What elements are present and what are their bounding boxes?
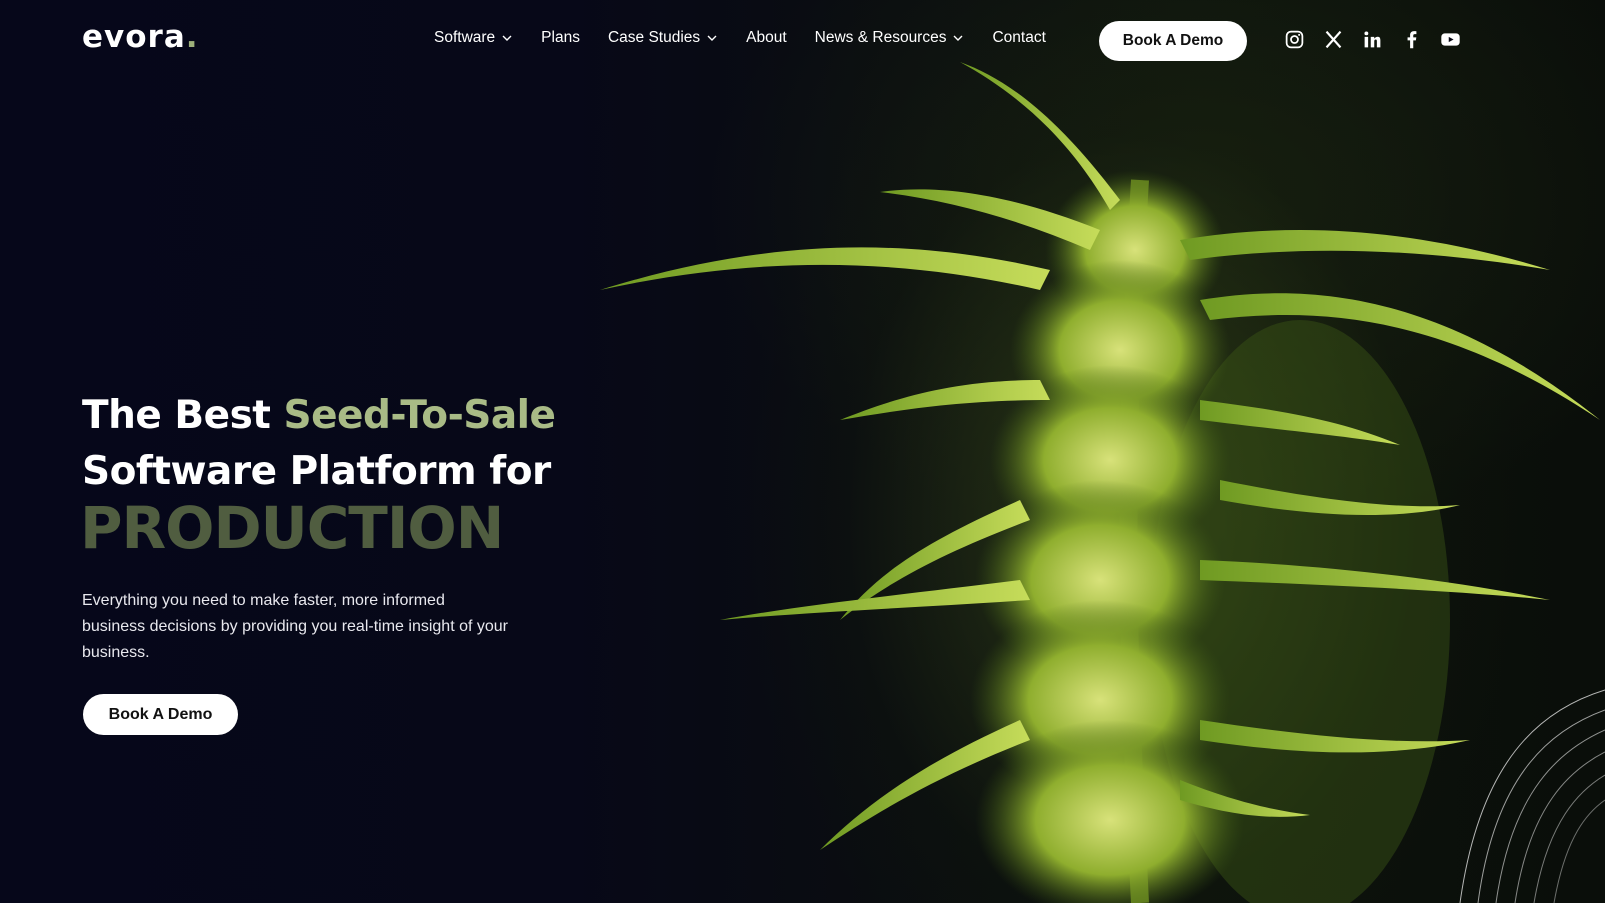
book-demo-hero-button[interactable]: Book A Demo (83, 694, 238, 735)
logo-text: evora (82, 19, 186, 55)
instagram-icon[interactable] (1284, 29, 1305, 50)
x-icon[interactable] (1323, 29, 1344, 50)
evora-logo[interactable]: evora. (82, 19, 199, 55)
hero-title-part2: Software Platform for (82, 449, 551, 494)
social-links (1284, 29, 1461, 50)
nav-item-plans[interactable]: Plans (541, 29, 580, 47)
nav-menu: Software Plans Case Studies About News &… (434, 29, 1046, 47)
hero-title-part1: The Best (82, 393, 284, 438)
main-navbar: evora. Software Plans Case Studies About… (0, 0, 1605, 80)
logo-dot: . (185, 19, 199, 55)
nav-item-case-studies[interactable]: Case Studies (608, 29, 718, 47)
hero-title: The Best Seed-To-Sale Software Platform … (82, 388, 556, 500)
nav-item-contact[interactable]: Contact (992, 29, 1045, 47)
facebook-icon[interactable] (1401, 29, 1422, 50)
chevron-down-icon (707, 35, 717, 41)
nav-item-label: Plans (541, 29, 580, 46)
hero-description: Everything you need to make faster, more… (82, 592, 508, 661)
decorative-contour-lines (1459, 689, 1605, 903)
nav-item-software[interactable]: Software (434, 29, 513, 47)
nav-item-label: News & Resources (814, 29, 947, 46)
nav-item-label: Case Studies (607, 29, 701, 46)
chevron-down-icon (953, 35, 963, 41)
hero-rotating-word: PRODUCTION (80, 494, 504, 562)
nav-item-label: Software (434, 29, 496, 46)
nav-item-about[interactable]: About (746, 29, 787, 47)
nav-item-label: Contact (992, 29, 1046, 46)
book-demo-nav-button[interactable]: Book A Demo (1099, 21, 1247, 61)
hero-title-highlight: Seed-To-Sale (283, 393, 557, 438)
linkedin-icon[interactable] (1362, 29, 1383, 50)
nav-item-label: About (746, 29, 787, 46)
nav-item-news-resources[interactable]: News & Resources (815, 29, 965, 47)
chevron-down-icon (502, 35, 512, 41)
youtube-icon[interactable] (1440, 29, 1461, 50)
